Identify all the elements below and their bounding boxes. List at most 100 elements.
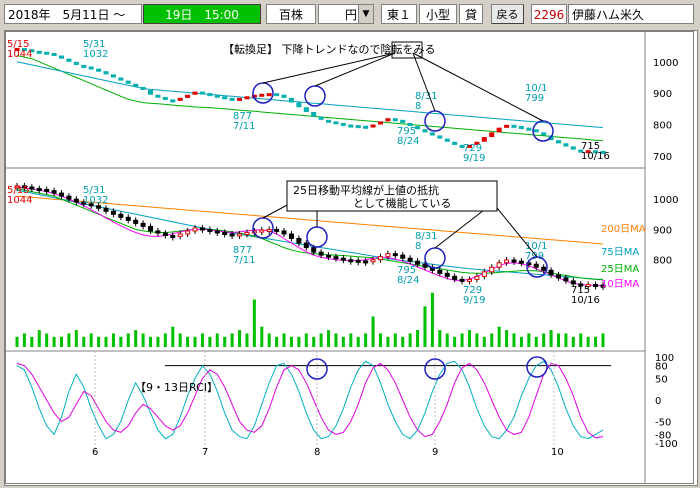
candle-body: [237, 233, 243, 237]
candle-body: [348, 259, 354, 263]
volume-bar: [438, 330, 442, 347]
turn-box: [318, 116, 324, 120]
candle-body: [318, 251, 324, 256]
turn-box: [133, 83, 139, 87]
turn-box: [237, 97, 243, 101]
volume-bar: [304, 333, 308, 347]
candle-body: [370, 259, 376, 263]
turn-box: [140, 86, 146, 91]
volume-bar: [119, 336, 123, 347]
volume-bar: [356, 336, 360, 347]
volume-bar: [52, 336, 56, 347]
candle-body: [281, 230, 287, 235]
legend-label: 200日MA: [601, 224, 646, 235]
volume-bar: [549, 330, 553, 347]
volume-bar: [371, 316, 375, 347]
candle-body: [548, 269, 554, 276]
volume-bar: [349, 333, 353, 347]
volume-bar: [512, 333, 516, 347]
turn-box: [504, 124, 510, 128]
price-label: 7/11: [233, 121, 255, 132]
y-tick-label: 800: [653, 256, 672, 267]
candle-body: [400, 254, 406, 259]
y-tick-label: -50: [655, 418, 671, 429]
turn-box: [229, 97, 235, 101]
y-tick-label: 1000: [653, 58, 678, 69]
volume-bar: [556, 333, 560, 347]
volume-bar: [282, 333, 286, 347]
candle-body: [155, 230, 161, 234]
volume-bar: [393, 333, 397, 347]
volume-bar: [289, 336, 293, 347]
volume-bar: [230, 333, 234, 347]
turn-box: [88, 66, 94, 70]
lend-field: 貸: [459, 4, 483, 24]
turn-box: [496, 127, 502, 133]
candle-body: [125, 216, 131, 221]
volume-bar: [490, 333, 494, 347]
price-unit-select[interactable]: 円 ▼: [318, 4, 374, 24]
volume-bar: [408, 333, 412, 347]
turn-box: [96, 68, 102, 72]
turn-box: [222, 96, 228, 100]
turn-box: [207, 93, 213, 97]
candle-body: [466, 278, 472, 282]
candle-body: [214, 230, 220, 234]
highlight-circle: [252, 82, 274, 104]
volume-bar: [238, 330, 242, 347]
candle-body: [489, 266, 495, 273]
volume-bar: [594, 336, 598, 347]
turn-box: [162, 96, 168, 100]
turn-box: [110, 74, 116, 78]
price-label: 10/16: [571, 295, 600, 306]
turn-box: [73, 61, 79, 65]
volume-bar: [171, 326, 175, 347]
date-range-field[interactable]: 2018年 5月11日 ～: [4, 4, 142, 24]
volume-bar: [141, 333, 145, 347]
volume-bar: [223, 336, 227, 347]
volume-bar: [208, 336, 212, 347]
turn-box: [177, 97, 183, 101]
x-tick-label: 7: [202, 447, 208, 458]
volume-bar: [564, 333, 568, 347]
candle-body: [36, 188, 42, 192]
price-label: 8: [415, 241, 421, 252]
price-label: 1044: [7, 49, 32, 60]
volume-bar: [527, 333, 531, 347]
turn-box: [118, 77, 124, 81]
rci-label: 【9・13日RCI】: [135, 381, 218, 394]
candle-body: [311, 247, 317, 253]
price-label: 9/19: [463, 295, 485, 306]
chart-svg: 70080090010008009001000200日MA75日MA25日MA1…: [5, 31, 694, 484]
candle-body: [29, 186, 35, 190]
candle-body: [244, 231, 250, 235]
candle-body: [266, 228, 272, 232]
candle-body: [407, 257, 413, 262]
candle-body: [103, 207, 109, 212]
back-button[interactable]: 戻る: [491, 4, 524, 24]
volume-bar: [97, 336, 101, 347]
candle-body: [44, 188, 50, 192]
candle-body: [222, 231, 228, 235]
stock-code-field[interactable]: 2296: [531, 4, 567, 24]
price-label: 9/19: [463, 153, 485, 164]
candle-body: [303, 242, 309, 249]
turn-ma-line: [16, 55, 604, 142]
arrow-line: [314, 52, 396, 87]
candle-body: [496, 262, 502, 268]
chevron-down-icon[interactable]: ▼: [358, 5, 373, 23]
volume-bar: [163, 333, 167, 347]
turn-box: [533, 129, 539, 133]
price-label: 7/11: [233, 255, 255, 266]
time-field[interactable]: 19日 15:00: [143, 4, 261, 24]
candle-body: [415, 260, 421, 265]
candle-body: [355, 259, 361, 263]
volume-bar: [178, 333, 182, 347]
volume-bar: [341, 336, 345, 347]
turn-box: [348, 124, 354, 128]
turn-box: [155, 94, 161, 98]
turn-box: [370, 124, 376, 128]
candle-body: [185, 230, 191, 235]
turn-box: [326, 119, 332, 123]
turn-box: [333, 121, 339, 125]
